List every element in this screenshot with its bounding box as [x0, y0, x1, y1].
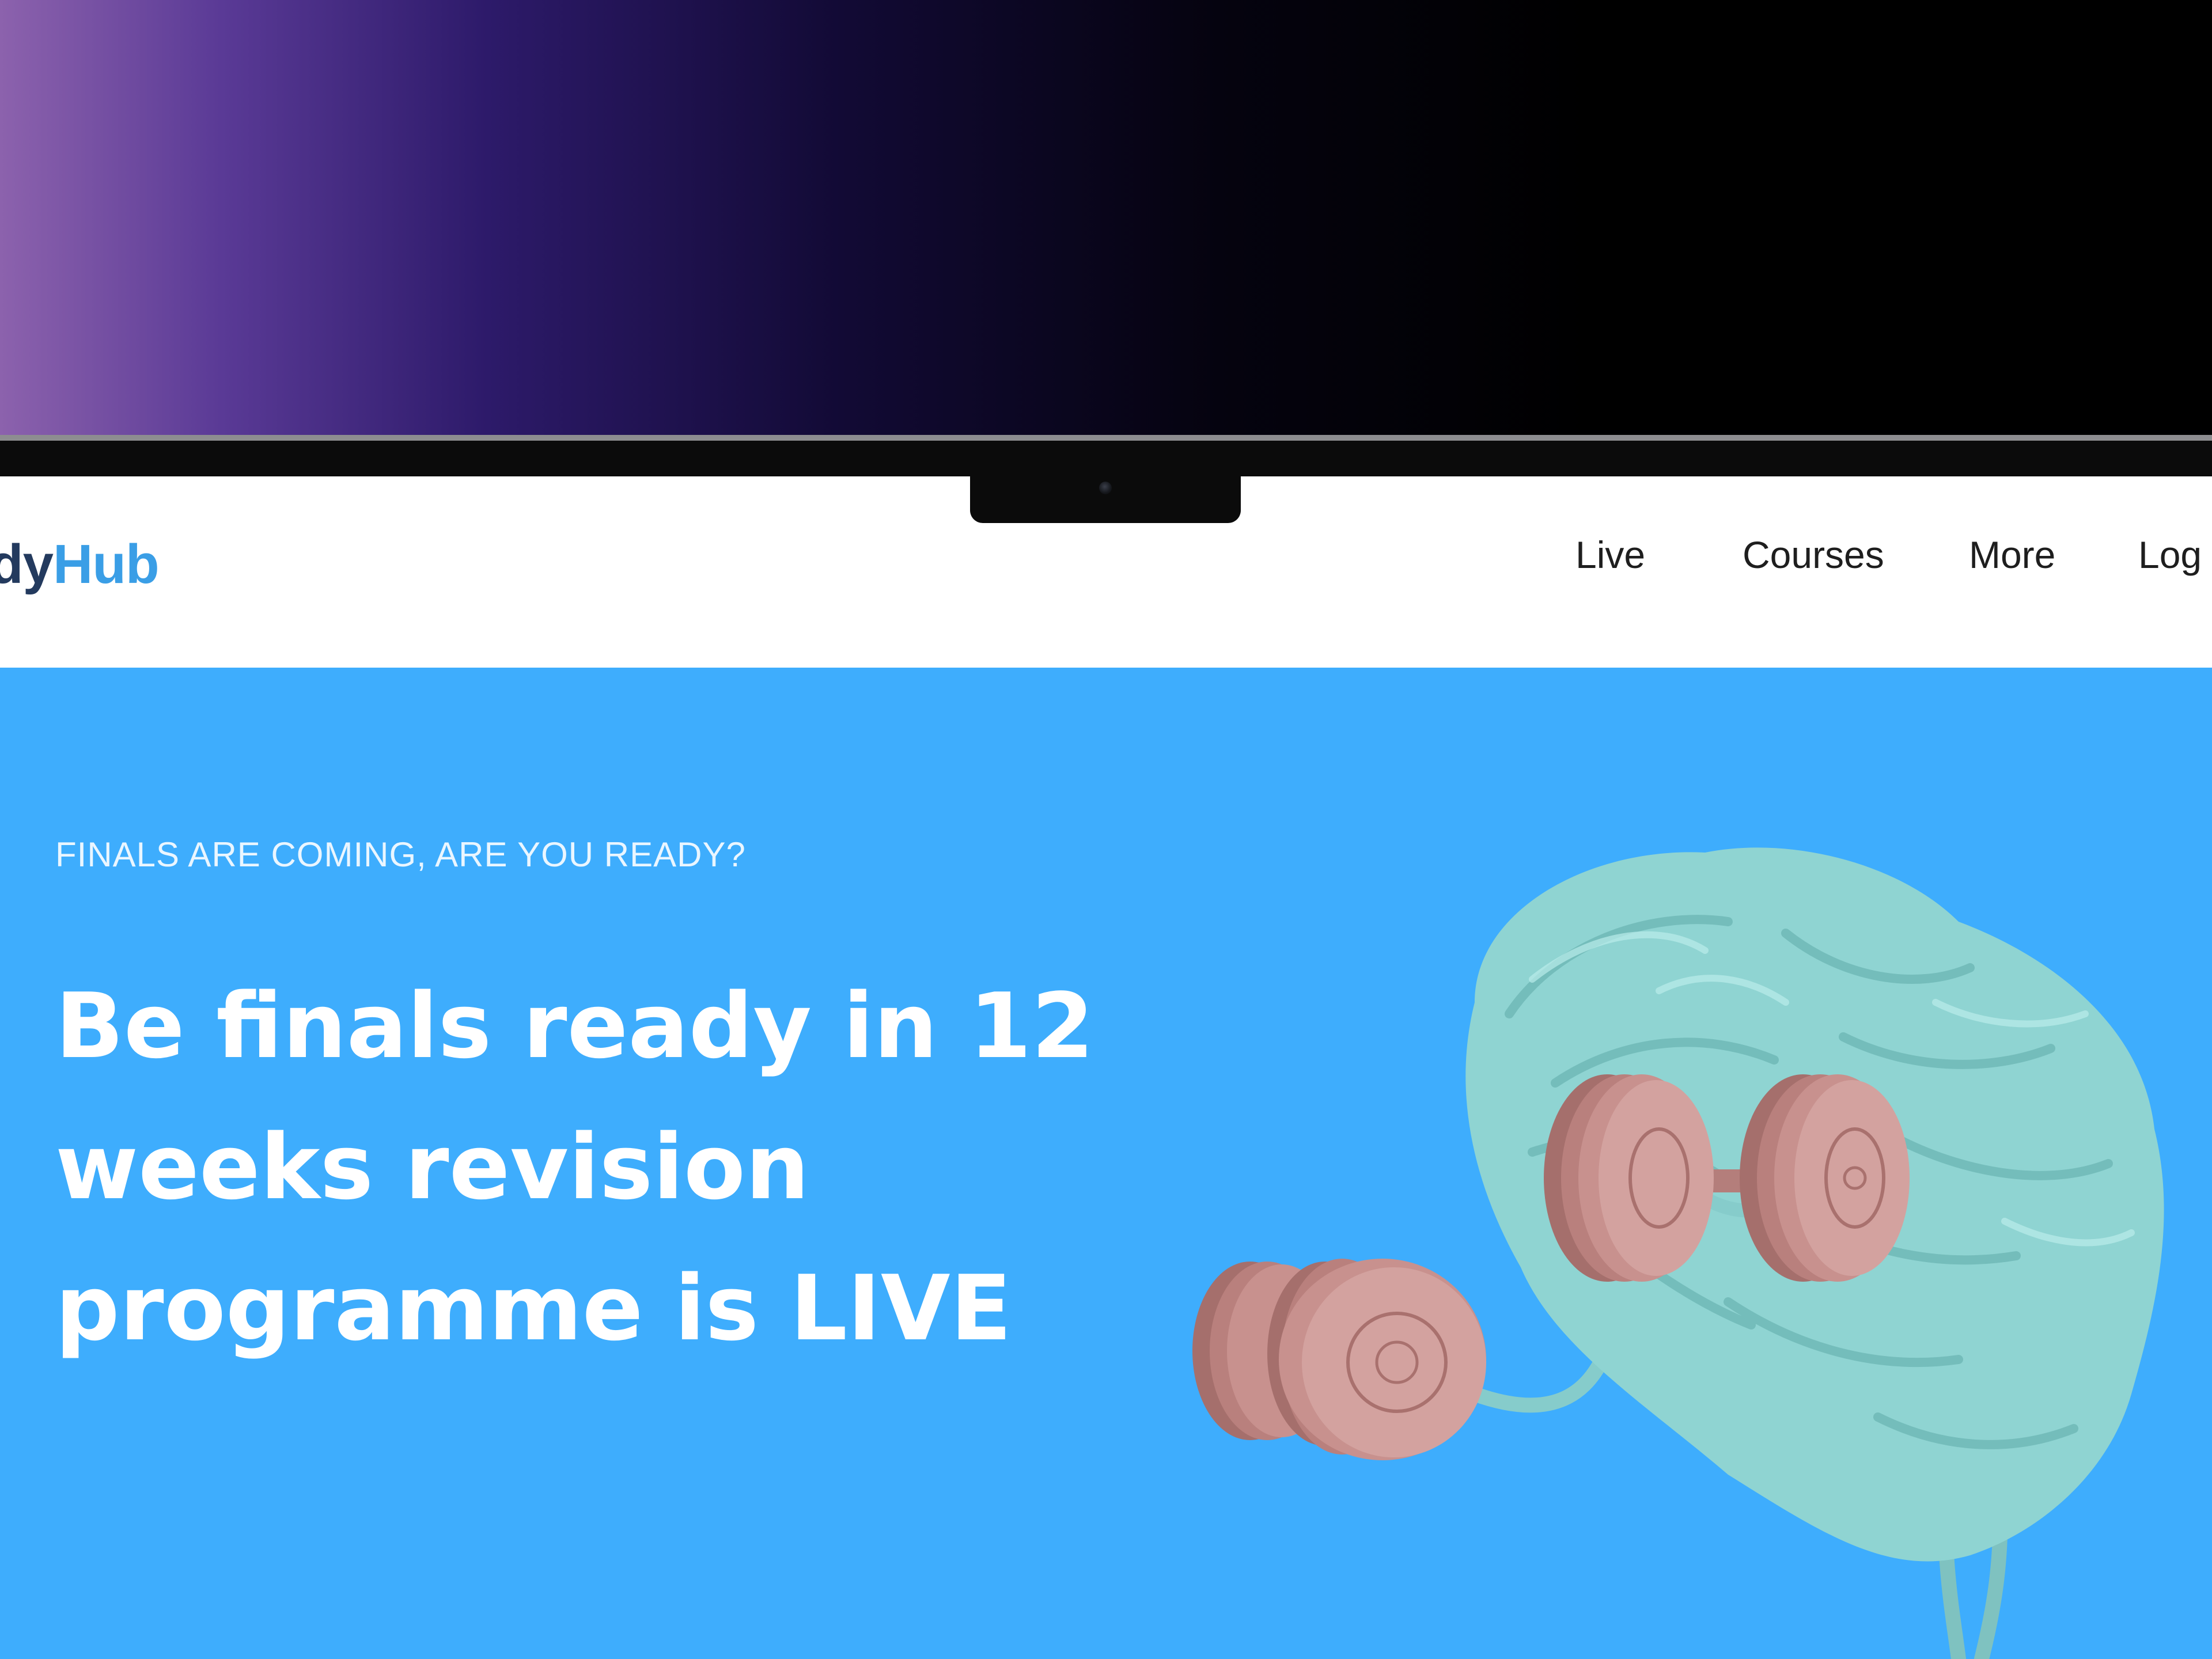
logo-text-accent: Hub	[53, 533, 160, 595]
hero-headline: Be finals ready in 12 weeks revision pro…	[55, 974, 1094, 1361]
nav-link-login[interactable]: Log	[2138, 533, 2202, 577]
hero-eyebrow: FINALS ARE COMING, ARE YOU READY?	[55, 835, 746, 874]
nav-link-courses[interactable]: Courses	[1743, 533, 1884, 577]
site-logo[interactable]: dyHub	[0, 533, 160, 596]
camera-icon	[1099, 482, 1112, 494]
device-frame: dyHub Live Courses More Log FINALS ARE C…	[0, 0, 2212, 1659]
nav-link-live[interactable]: Live	[1575, 533, 1645, 577]
laptop-lid-edge	[0, 435, 2212, 441]
logo-text-dark: dy	[0, 533, 54, 595]
nav-link-more[interactable]: More	[1969, 533, 2055, 577]
desktop-wallpaper	[0, 0, 2212, 438]
lower-dumbbell	[1192, 1259, 1486, 1460]
brain-lifting-dumbbells-illustration	[1192, 847, 2164, 1659]
